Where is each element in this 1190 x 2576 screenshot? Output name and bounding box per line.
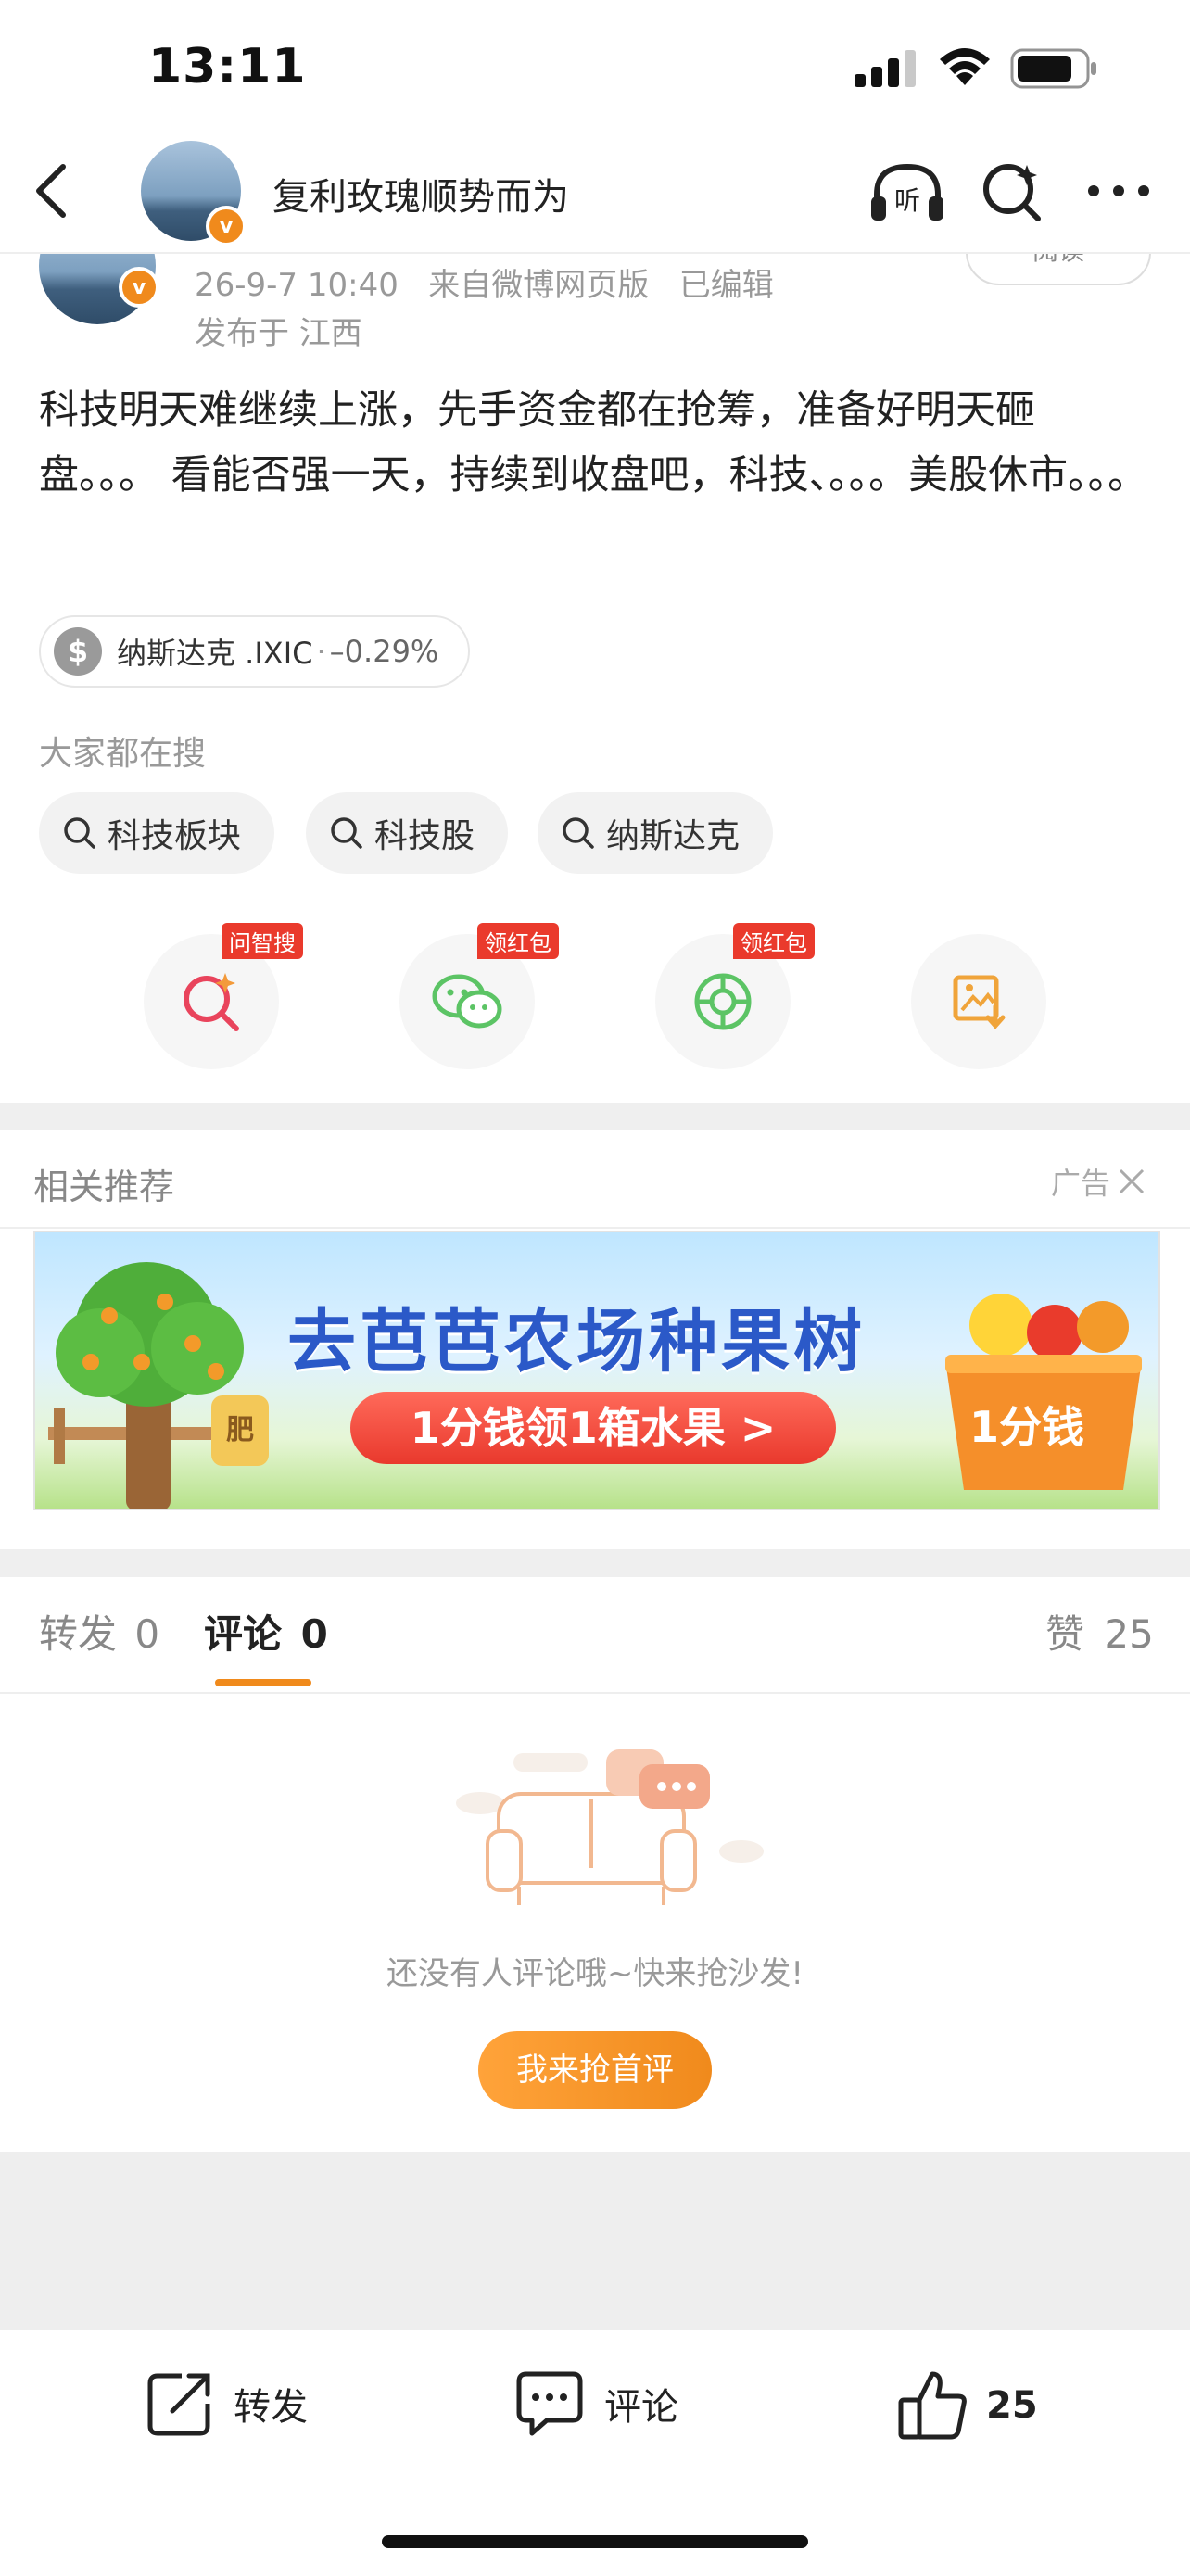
- ad-close[interactable]: 广告: [1051, 1160, 1147, 1203]
- moments-share-button[interactable]: 领红包: [655, 923, 815, 1069]
- search-icon: [331, 817, 362, 849]
- post-verified-badge: v: [119, 267, 159, 308]
- ad-banner[interactable]: 肥 去芭芭农场种果树 1分钱领1箱水果 > 1分钱: [33, 1231, 1160, 1510]
- post-time: 26-9-7 10:40: [195, 267, 399, 304]
- tab-repost-count: 0: [134, 1611, 160, 1657]
- comment-icon: [516, 2371, 583, 2436]
- action-tag: 领红包: [733, 923, 815, 959]
- tabs-divider: [0, 1692, 1190, 1694]
- bottom-comment-label: 评论: [604, 2386, 678, 2429]
- ask-search-button[interactable]: 问智搜: [144, 923, 303, 1069]
- bottom-repost-button[interactable]: 转发: [145, 2368, 308, 2439]
- stock-name: 纳斯达克 .IXIC: [117, 636, 313, 671]
- listen-icon[interactable]: 听: [867, 159, 947, 226]
- tab-like-label: 赞: [1045, 1611, 1085, 1657]
- verified-badge: v: [206, 206, 247, 246]
- nav-title[interactable]: 复利玫瑰顺势而为: [272, 167, 569, 221]
- post-header: v 阅读 26-9-7 10:40 来自微博网页版 已编辑 发布于 江西: [0, 254, 1190, 365]
- bottom-like-count: 25: [986, 2384, 1038, 2427]
- cellular-signal-icon: [855, 48, 919, 89]
- post-text: 科技明天难继续上涨，先手资金都在抢筹，准备好明天砸盘。。。 看能否强一天，持续到…: [39, 387, 1148, 499]
- post-location: 发布于 江西: [195, 315, 362, 352]
- search-chip-label: 纳斯达克: [606, 817, 741, 855]
- stock-chip[interactable]: $ 纳斯达克 .IXIC · –0.29%: [39, 615, 471, 688]
- fruit-basket-icon: [945, 1294, 1142, 1490]
- action-tag: 领红包: [477, 923, 559, 959]
- search-chip-nasdaq[interactable]: 纳斯达克: [538, 792, 774, 874]
- bottom-comment-button[interactable]: 评论: [513, 2368, 678, 2439]
- empty-sofa-illustration: [456, 1749, 764, 1905]
- bottom-repost-label: 转发: [234, 2386, 308, 2429]
- tab-comment-label: 评论: [204, 1611, 283, 1657]
- wechat-share-button[interactable]: 领红包: [399, 923, 559, 1069]
- save-image-button[interactable]: [911, 934, 1046, 1069]
- thumbs-up-icon: [898, 2371, 967, 2440]
- first-comment-button[interactable]: 我来抢首评: [478, 2031, 712, 2109]
- wifi-icon: [936, 44, 994, 87]
- search-icon: [563, 817, 594, 849]
- search-chip-label: 科技板块: [108, 817, 242, 855]
- search-chip-tech-stocks[interactable]: 科技股: [306, 792, 509, 874]
- sack-label: 肥: [226, 1414, 254, 1446]
- banner-badge: 1分钱: [969, 1402, 1085, 1452]
- fruit-tree-icon: [48, 1262, 261, 1509]
- tab-like[interactable]: 赞 25: [1045, 1603, 1154, 1660]
- search-chip-label: 科技股: [374, 817, 475, 855]
- ask-search-icon: [184, 973, 239, 1031]
- bottom-like-button[interactable]: 25: [897, 2368, 1038, 2443]
- search-icon: [64, 817, 95, 849]
- empty-message: 还没有人评论哦~快来抢沙发!: [386, 1955, 804, 1992]
- post-meta: 26-9-7 10:40 来自微博网页版 已编辑: [195, 259, 774, 305]
- stock-change: –0.29%: [329, 634, 439, 669]
- read-button-label: 阅读: [1032, 254, 1084, 266]
- ad-label: 广告: [1051, 1166, 1111, 1201]
- moments-icon: [694, 973, 752, 1030]
- banner-cta[interactable]: 1分钱领1箱水果 >: [350, 1392, 836, 1464]
- search-chip-tech-sector[interactable]: 科技板块: [39, 792, 275, 874]
- tab-repost-label: 转发: [39, 1611, 118, 1657]
- banner-headline: 去芭芭农场种果树: [287, 1302, 866, 1382]
- action-tag: 问智搜: [222, 923, 303, 959]
- dollar-icon: $: [54, 627, 102, 676]
- tab-repost[interactable]: 转发 0: [39, 1603, 159, 1660]
- ai-search-icon[interactable]: [981, 159, 1045, 224]
- more-icon[interactable]: [1086, 182, 1151, 200]
- close-icon: [1119, 1168, 1145, 1194]
- wechat-icon: [432, 974, 502, 1029]
- section-separator: [0, 1549, 1190, 1577]
- read-button[interactable]: 阅读: [966, 254, 1151, 285]
- tab-comment[interactable]: 评论 0: [204, 1603, 328, 1660]
- repost-icon: [147, 2373, 210, 2436]
- searches-title: 大家都在搜: [39, 735, 207, 773]
- post-edited[interactable]: 已编辑: [679, 267, 774, 304]
- grey-filler: [0, 2152, 1190, 2328]
- back-icon[interactable]: [28, 163, 74, 219]
- tab-comment-count: 0: [300, 1611, 328, 1657]
- status-time: 13:11: [148, 39, 307, 95]
- fertilizer-sack: 肥: [211, 1395, 269, 1466]
- svg-text:听: 听: [894, 185, 920, 216]
- post-source: 来自微博网页版: [428, 267, 650, 304]
- stock-sep: ·: [316, 634, 326, 669]
- tab-like-count: 25: [1104, 1611, 1154, 1657]
- save-image-icon: [953, 975, 1006, 1029]
- section-separator: [0, 1103, 1190, 1130]
- home-indicator: [382, 2535, 808, 2548]
- recommend-title: 相关推荐: [33, 1167, 175, 1207]
- battery-icon: [1010, 48, 1099, 89]
- recommend-divider: [0, 1227, 1190, 1229]
- tab-active-indicator: [215, 1679, 311, 1686]
